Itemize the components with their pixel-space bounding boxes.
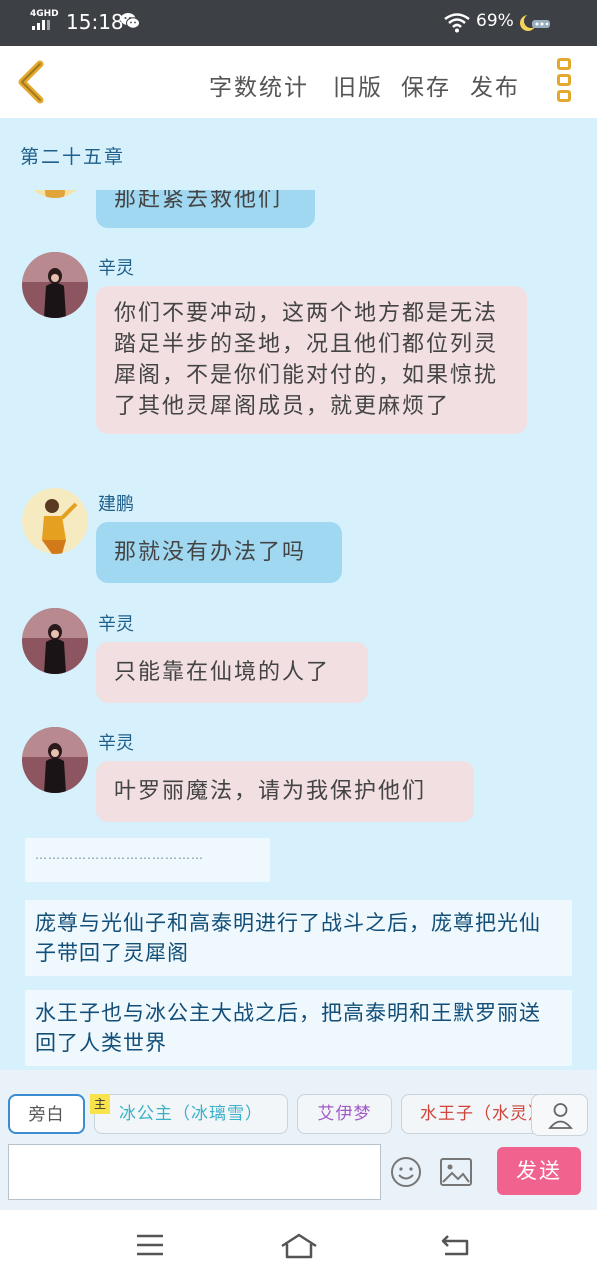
image-icon[interactable] bbox=[440, 1158, 472, 1186]
role-chip-aiyimeng[interactable]: 艾伊梦 bbox=[297, 1094, 392, 1134]
message-bubble[interactable]: 只能靠在仙境的人了 bbox=[96, 642, 368, 703]
message-input[interactable] bbox=[8, 1144, 381, 1200]
avatar[interactable] bbox=[22, 727, 88, 793]
avatar[interactable] bbox=[22, 608, 88, 674]
signal-icon bbox=[32, 20, 50, 30]
message-bubble[interactable]: 那赶紧去救他们 bbox=[96, 190, 315, 228]
message-bubble[interactable]: 叶罗丽魔法，请为我保护他们 bbox=[96, 761, 474, 822]
sender-name: 辛灵 bbox=[98, 614, 134, 635]
back-arrow-icon[interactable] bbox=[14, 60, 48, 104]
avatar[interactable] bbox=[22, 488, 88, 554]
emoji-icon[interactable] bbox=[390, 1156, 422, 1188]
narration-block[interactable]: 水王子也与冰公主大战之后，把高泰明和王默罗丽送回了人类世界 bbox=[25, 990, 572, 1066]
moon-icon bbox=[520, 14, 550, 31]
clock: 15:18 bbox=[66, 10, 124, 34]
system-nav-bar bbox=[0, 1210, 597, 1280]
save-button[interactable]: 保存 bbox=[401, 68, 451, 102]
sender-name: 辛灵 bbox=[98, 733, 134, 754]
publish-button[interactable]: 发布 bbox=[470, 68, 520, 102]
battery-level: 69% bbox=[476, 11, 514, 31]
wifi-icon bbox=[444, 13, 470, 33]
sender-name: 辛灵 bbox=[98, 258, 134, 279]
sender-name: 建鹏 bbox=[98, 494, 134, 515]
input-bar: 旁白 冰公主（冰璃雪） 主 艾伊梦 水王子（水灵） 发送 bbox=[0, 1070, 597, 1210]
word-count-button[interactable]: 字数统计 bbox=[209, 68, 309, 102]
old-version-button[interactable]: 旧版 bbox=[333, 68, 383, 102]
role-manage-button[interactable] bbox=[531, 1094, 588, 1136]
chapter-title: 第二十五章 bbox=[20, 146, 126, 168]
top-toolbar: 字数统计 旧版 保存 发布 bbox=[0, 46, 597, 118]
chat-area[interactable]: 第二十五章 那赶紧去救他们 辛灵 你们不要冲动，这两个地方都是无法踏足半步的圣地… bbox=[0, 118, 597, 1070]
avatar[interactable] bbox=[22, 252, 88, 318]
role-chip-narrator[interactable]: 旁白 bbox=[8, 1094, 85, 1134]
narration-block[interactable]: 庞尊与光仙子和高泰明进行了战斗之后，庞尊把光仙子带回了灵犀阁 bbox=[25, 900, 572, 976]
menu-icon[interactable] bbox=[135, 1232, 165, 1258]
home-icon[interactable] bbox=[279, 1232, 319, 1260]
wechat-icon bbox=[120, 13, 140, 29]
message-bubble[interactable]: 那就没有办法了吗 bbox=[96, 522, 342, 583]
send-button[interactable]: 发送 bbox=[497, 1147, 581, 1195]
back-icon[interactable] bbox=[440, 1232, 470, 1258]
status-bar: 4GHD 15:18 69% bbox=[0, 0, 597, 46]
network-type: 4GHD bbox=[30, 9, 59, 19]
main-role-badge: 主 bbox=[90, 1094, 110, 1114]
role-chip-water-prince[interactable]: 水王子（水灵） bbox=[401, 1094, 551, 1134]
avatar[interactable] bbox=[22, 190, 88, 198]
more-menu-icon[interactable] bbox=[553, 58, 575, 108]
narration-ellipsis[interactable]: ………………………………… bbox=[25, 838, 270, 882]
message-bubble[interactable]: 你们不要冲动，这两个地方都是无法踏足半步的圣地，况且他们都位列灵犀阁，不是你们能… bbox=[96, 286, 527, 434]
message-list[interactable]: 那赶紧去救他们 辛灵 你们不要冲动，这两个地方都是无法踏足半步的圣地，况且他们都… bbox=[0, 190, 597, 1070]
person-icon bbox=[548, 1103, 573, 1129]
role-chip-ice-princess[interactable]: 冰公主（冰璃雪） bbox=[94, 1094, 288, 1134]
